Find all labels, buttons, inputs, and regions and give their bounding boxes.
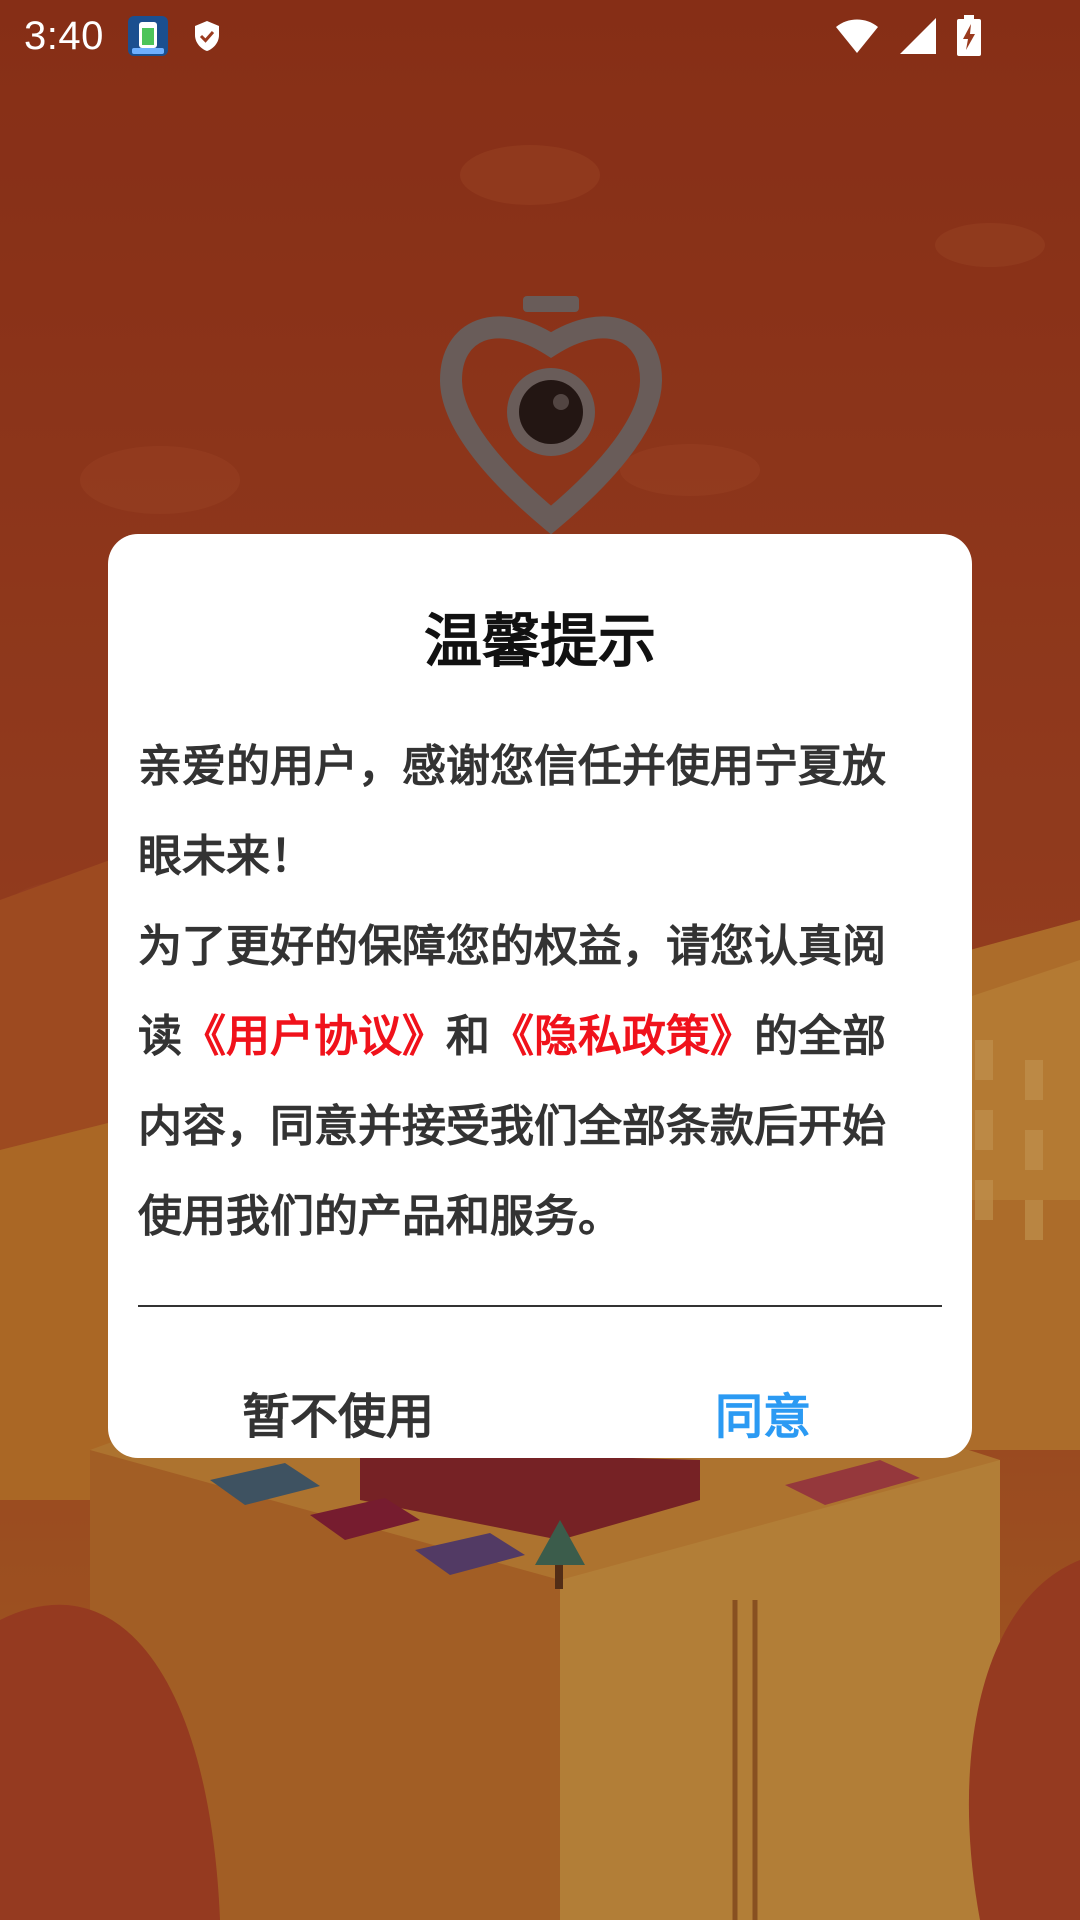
dialog-title: 温馨提示	[423, 607, 656, 675]
decline-button[interactable]: 暂不使用	[228, 1382, 448, 1452]
terms-paragraph: 为了更好的保障您的权益，请您认真阅读《用户协议》和《隐私政策》的全部内容，同意并…	[138, 902, 928, 1262]
app-notification-icon	[126, 14, 170, 58]
shield-icon	[192, 19, 222, 53]
terms-conjunction-text: 和	[446, 1011, 490, 1062]
dialog-message: 亲爱的用户，感谢您信任并使用宁夏放眼未来！ 为了更好的保障您的权益，请您认真阅读…	[138, 722, 928, 1262]
status-time: 3:40	[24, 13, 104, 58]
user-agreement-link[interactable]: 《用户协议》	[182, 1011, 446, 1062]
battery-charging-icon	[956, 15, 982, 57]
privacy-dialog: 温馨提示 亲爱的用户，感谢您信任并使用宁夏放眼未来！ 为了更好的保障您的权益，请…	[108, 534, 972, 1458]
status-bar: 3:40	[0, 0, 1080, 72]
privacy-policy-link[interactable]: 《隐私政策》	[490, 1011, 754, 1062]
dialog-divider	[138, 1305, 942, 1307]
cellular-signal-icon	[898, 16, 938, 56]
agree-button[interactable]: 同意	[688, 1382, 838, 1452]
wifi-icon	[834, 17, 880, 55]
welcome-paragraph: 亲爱的用户，感谢您信任并使用宁夏放眼未来！	[138, 741, 886, 882]
